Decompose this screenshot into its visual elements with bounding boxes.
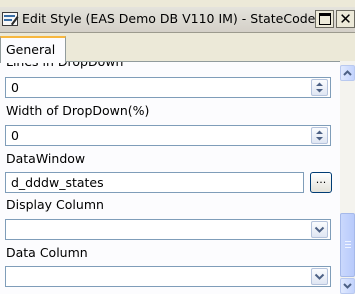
datawindow-value: d_dddw_states bbox=[11, 175, 104, 190]
thumb-grip bbox=[345, 247, 351, 248]
close-icon: ✕ bbox=[339, 9, 352, 28]
general-panel: Lines in DropDown 0 Width of DropDown(%)… bbox=[0, 61, 340, 294]
width-of-dropdown-field[interactable]: 0 bbox=[5, 125, 331, 146]
title-bar[interactable]: Edit Style (EAS Demo DB V110 IM) - State… bbox=[0, 7, 355, 33]
thumb-grip bbox=[345, 244, 351, 245]
data-column-label: Data Column bbox=[6, 245, 88, 260]
scroll-up-button[interactable] bbox=[340, 65, 355, 81]
close-button[interactable]: ✕ bbox=[336, 10, 355, 28]
tab-strip: General bbox=[0, 32, 355, 63]
thumb-grip bbox=[345, 241, 351, 242]
scrollbar-thumb[interactable] bbox=[340, 213, 355, 277]
lines-in-dropdown-field[interactable]: 0 bbox=[5, 77, 331, 98]
tab-general[interactable]: General bbox=[0, 36, 66, 63]
window-title: Edit Style (EAS Demo DB V110 IM) - State… bbox=[22, 11, 316, 26]
data-column-dropdown[interactable] bbox=[5, 266, 331, 287]
vertical-scrollbar[interactable] bbox=[340, 61, 355, 294]
lines-in-dropdown-value: 0 bbox=[11, 80, 19, 95]
width-of-dropdown-label: Width of DropDown(%) bbox=[6, 103, 150, 118]
display-column-dropdown[interactable] bbox=[5, 219, 331, 240]
display-column-label: Display Column bbox=[6, 197, 104, 212]
maximize-icon bbox=[318, 13, 331, 25]
datawindow-label: DataWindow bbox=[6, 151, 86, 166]
chevron-down-icon[interactable] bbox=[311, 221, 328, 238]
browse-datawindow-button[interactable]: ... bbox=[310, 172, 332, 193]
tab-general-label: General bbox=[6, 42, 56, 57]
datawindow-field[interactable]: d_dddw_states bbox=[5, 172, 304, 193]
edit-style-window: Edit Style (EAS Demo DB V110 IM) - State… bbox=[0, 0, 355, 294]
edit-style-icon bbox=[2, 11, 19, 27]
ellipsis-icon: ... bbox=[315, 173, 327, 186]
spin-arrows-icon[interactable] bbox=[311, 79, 328, 96]
maximize-button[interactable] bbox=[315, 10, 334, 28]
width-of-dropdown-value: 0 bbox=[11, 128, 19, 143]
chevron-down-icon[interactable] bbox=[311, 268, 328, 285]
spin-arrows-icon[interactable] bbox=[311, 127, 328, 144]
arrow-up-icon bbox=[343, 70, 352, 76]
scroll-down-button[interactable] bbox=[340, 278, 355, 294]
arrow-down-icon bbox=[343, 283, 352, 289]
